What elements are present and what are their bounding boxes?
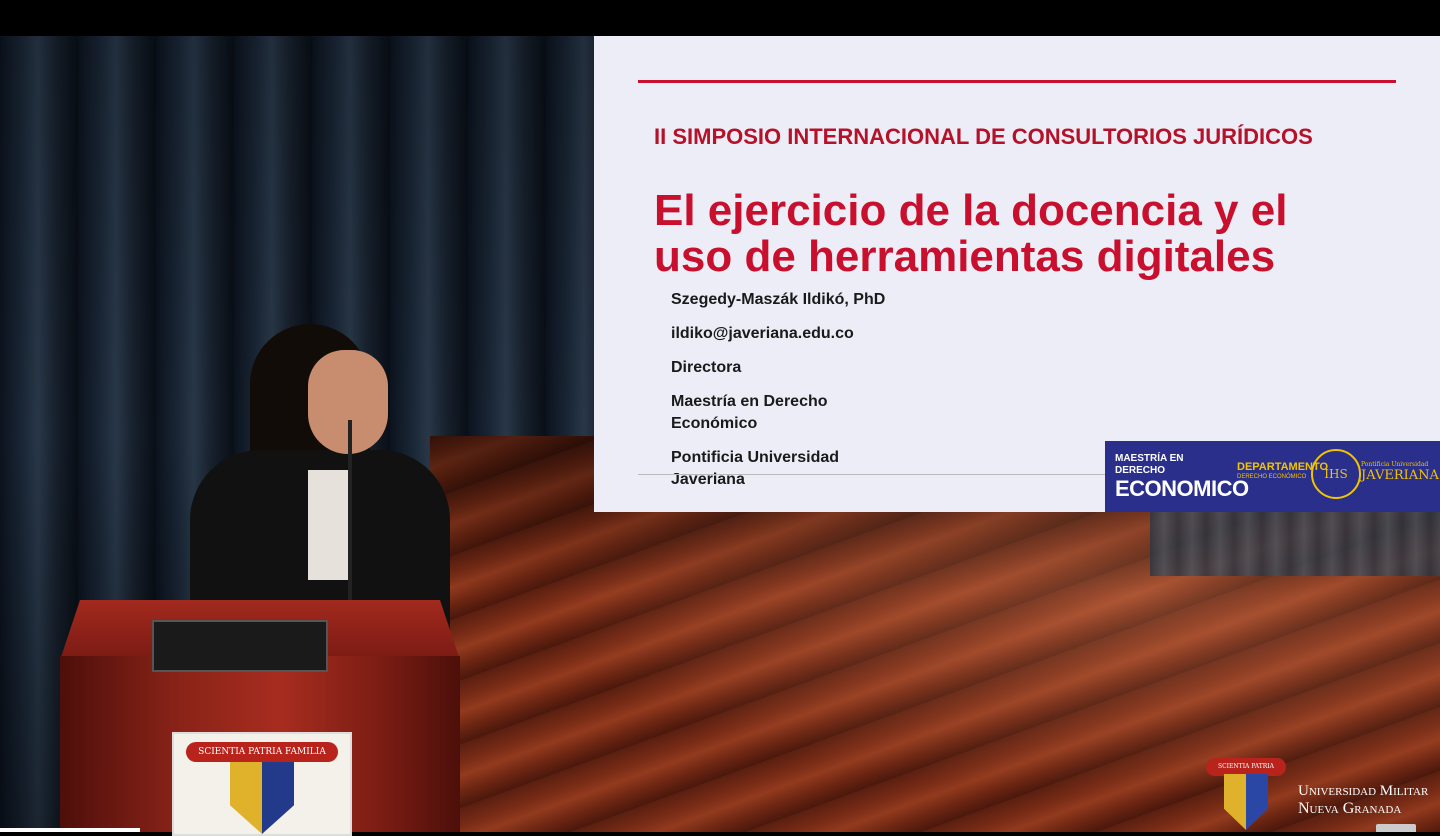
institution-line-2: Javeriana <box>671 471 745 488</box>
presenter-role: Directora <box>671 359 742 376</box>
university-crest-ribbon: SCIENTIA PATRIA FAMILIA <box>1206 758 1286 788</box>
presenter-info: Szegedy-Maszák Ildikó, PhD ildiko@javeri… <box>671 290 1031 504</box>
program-logo-banner: MAESTRÍA EN DERECHO ECONOMICO DEPARTAMEN… <box>1105 441 1440 512</box>
departamento-logo-big: DEPARTAMENTO <box>1237 461 1329 473</box>
corner-overlay-icon <box>1376 824 1416 832</box>
maestria-logo-small: MAESTRÍA EN DERECHO <box>1115 453 1184 476</box>
rear-drapery <box>1150 506 1440 576</box>
lectern-crest-shield-icon <box>230 762 294 834</box>
departamento-logo: DEPARTAMENTO DERECHO ECONÓMICO <box>1237 461 1329 481</box>
slide-title: El ejercicio de la docencia y el uso de … <box>654 188 1394 280</box>
slide-top-rule <box>638 80 1396 83</box>
university-name-line-2: Nueva Granada <box>1298 800 1402 817</box>
speaker <box>190 320 460 650</box>
speaker-shirt <box>308 470 348 580</box>
program-line-1: Maestría en Derecho <box>671 393 828 410</box>
university-shield-icon <box>1224 774 1268 830</box>
university-name: Universidad Militar Nueva Granada <box>1298 782 1440 818</box>
lectern-crest-plate: SCIENTIA PATRIA FAMILIA <box>172 732 352 836</box>
lectern: SCIENTIA PATRIA FAMILIA <box>60 600 460 836</box>
presentation-slide: II SIMPOSIO INTERNACIONAL DE CONSULTORIO… <box>594 36 1440 512</box>
javeriana-seal-icon: IHS <box>1311 449 1361 499</box>
university-watermark: SCIENTIA PATRIA FAMILIA Universidad Mili… <box>1198 752 1440 832</box>
program-line-2: Económico <box>671 415 758 432</box>
university-name-line-1: Universidad Militar <box>1298 783 1429 799</box>
institution-line-1: Pontificia Universidad <box>671 449 840 466</box>
laptop <box>152 620 328 672</box>
video-frame: SCIENTIA PATRIA FAMILIA II SIMPOSIO INTE… <box>0 0 1440 836</box>
top-letterbox <box>0 0 1440 36</box>
slide-footer-rule <box>638 474 1108 475</box>
university-crest-icon: SCIENTIA PATRIA FAMILIA <box>1206 758 1286 832</box>
maestria-logo-big: ECONOMICO <box>1115 476 1249 501</box>
javeriana-logo: Pontificia Universidad JAVERIANA <box>1361 461 1439 483</box>
bottom-left-overlay <box>0 828 140 832</box>
lectern-crest-ribbon: SCIENTIA PATRIA FAMILIA <box>186 742 338 762</box>
maestria-logo: MAESTRÍA EN DERECHO ECONOMICO <box>1115 453 1249 501</box>
slide-title-line-1: El ejercicio de la docencia y el <box>654 186 1288 235</box>
slide-event-name: II SIMPOSIO INTERNACIONAL DE CONSULTORIO… <box>654 124 1313 149</box>
javeriana-logo-big: JAVERIANA <box>1361 468 1439 483</box>
slide-title-line-2: uso de herramientas digitales <box>654 232 1276 281</box>
presenter-email: ildiko@javeriana.edu.co <box>671 325 854 342</box>
presenter-name: Szegedy-Maszák Ildikó, PhD <box>671 291 886 308</box>
departamento-logo-small: DERECHO ECONÓMICO <box>1237 474 1307 480</box>
